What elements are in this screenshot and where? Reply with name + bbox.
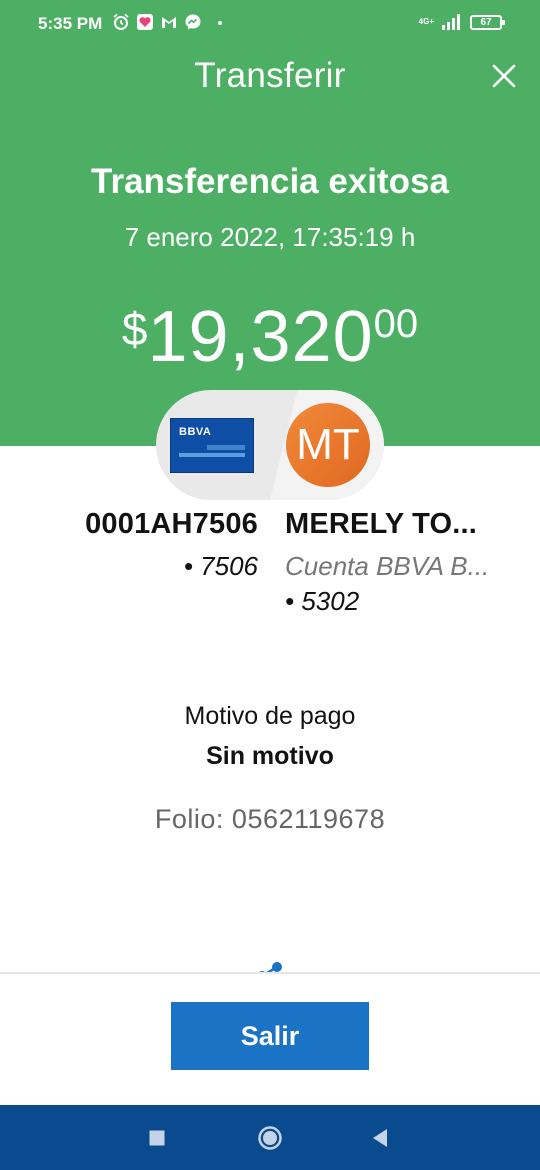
more-notifications-dot (218, 21, 222, 25)
divider (0, 972, 540, 974)
card-stripe (179, 453, 245, 457)
signal-icon (442, 14, 460, 30)
destination-account-number: • 5302 (285, 586, 360, 616)
source-account-name: 0001AH7506 (85, 508, 258, 540)
app-notification-icon (137, 14, 153, 30)
payment-reason-label: Motivo de pago (184, 702, 356, 730)
status-bar: 5:35 PM 4G+ 67 (0, 0, 540, 48)
status-time: 5:35 PM (38, 14, 103, 33)
exit-button[interactable]: Salir (171, 1002, 369, 1070)
destination-account-type: Cuenta BBVA B... (285, 551, 490, 581)
recipient-avatar: MT (286, 403, 370, 487)
amount-currency: $ (121, 303, 148, 355)
amount-decimals: 00 (373, 302, 419, 346)
notification-icons (112, 13, 202, 31)
network-type: 4G+ (418, 17, 434, 26)
success-title: Transferencia exitosa (91, 162, 449, 201)
square-recents-icon (149, 1130, 165, 1146)
card-brand: BBVA (179, 426, 212, 438)
alarm-icon (113, 13, 129, 30)
payment-reason-value: Sin motivo (206, 742, 334, 770)
back-button[interactable] (363, 1123, 397, 1153)
home-button[interactable] (253, 1123, 287, 1153)
close-button[interactable] (484, 56, 524, 96)
source-account: 0001AH7506 • 7506 (50, 508, 258, 582)
gmail-icon (162, 17, 176, 28)
messenger-icon (185, 14, 201, 30)
close-icon (492, 64, 516, 88)
system-icons: 4G+ 67 (418, 14, 505, 30)
circle-home-icon (258, 1126, 282, 1150)
recents-button[interactable] (140, 1123, 174, 1153)
destination-account: MERELY TO... Cuenta BBVA B... • 5302 (285, 508, 515, 617)
card-stripe (207, 445, 245, 450)
success-header: 5:35 PM 4G+ 67 Transferir Transferencia … (0, 0, 540, 446)
transfer-amount: $19,32000 (0, 296, 540, 378)
triangle-back-icon (373, 1129, 387, 1147)
source-account-number: • 7506 (183, 551, 258, 581)
amount-integer: 19,320 (147, 297, 374, 377)
page-title: Transferir (194, 56, 346, 95)
bank-card-icon: BBVA (170, 418, 254, 473)
transfer-date: 7 enero 2022, 17:35:19 h (124, 222, 416, 252)
battery-icon: 67 (470, 14, 505, 30)
navigation-bar (0, 1105, 540, 1170)
destination-account-name: MERELY TO... (285, 508, 478, 540)
folio-number: Folio: 0562119678 (154, 804, 386, 834)
accounts-pill: BBVA MT (156, 390, 384, 500)
